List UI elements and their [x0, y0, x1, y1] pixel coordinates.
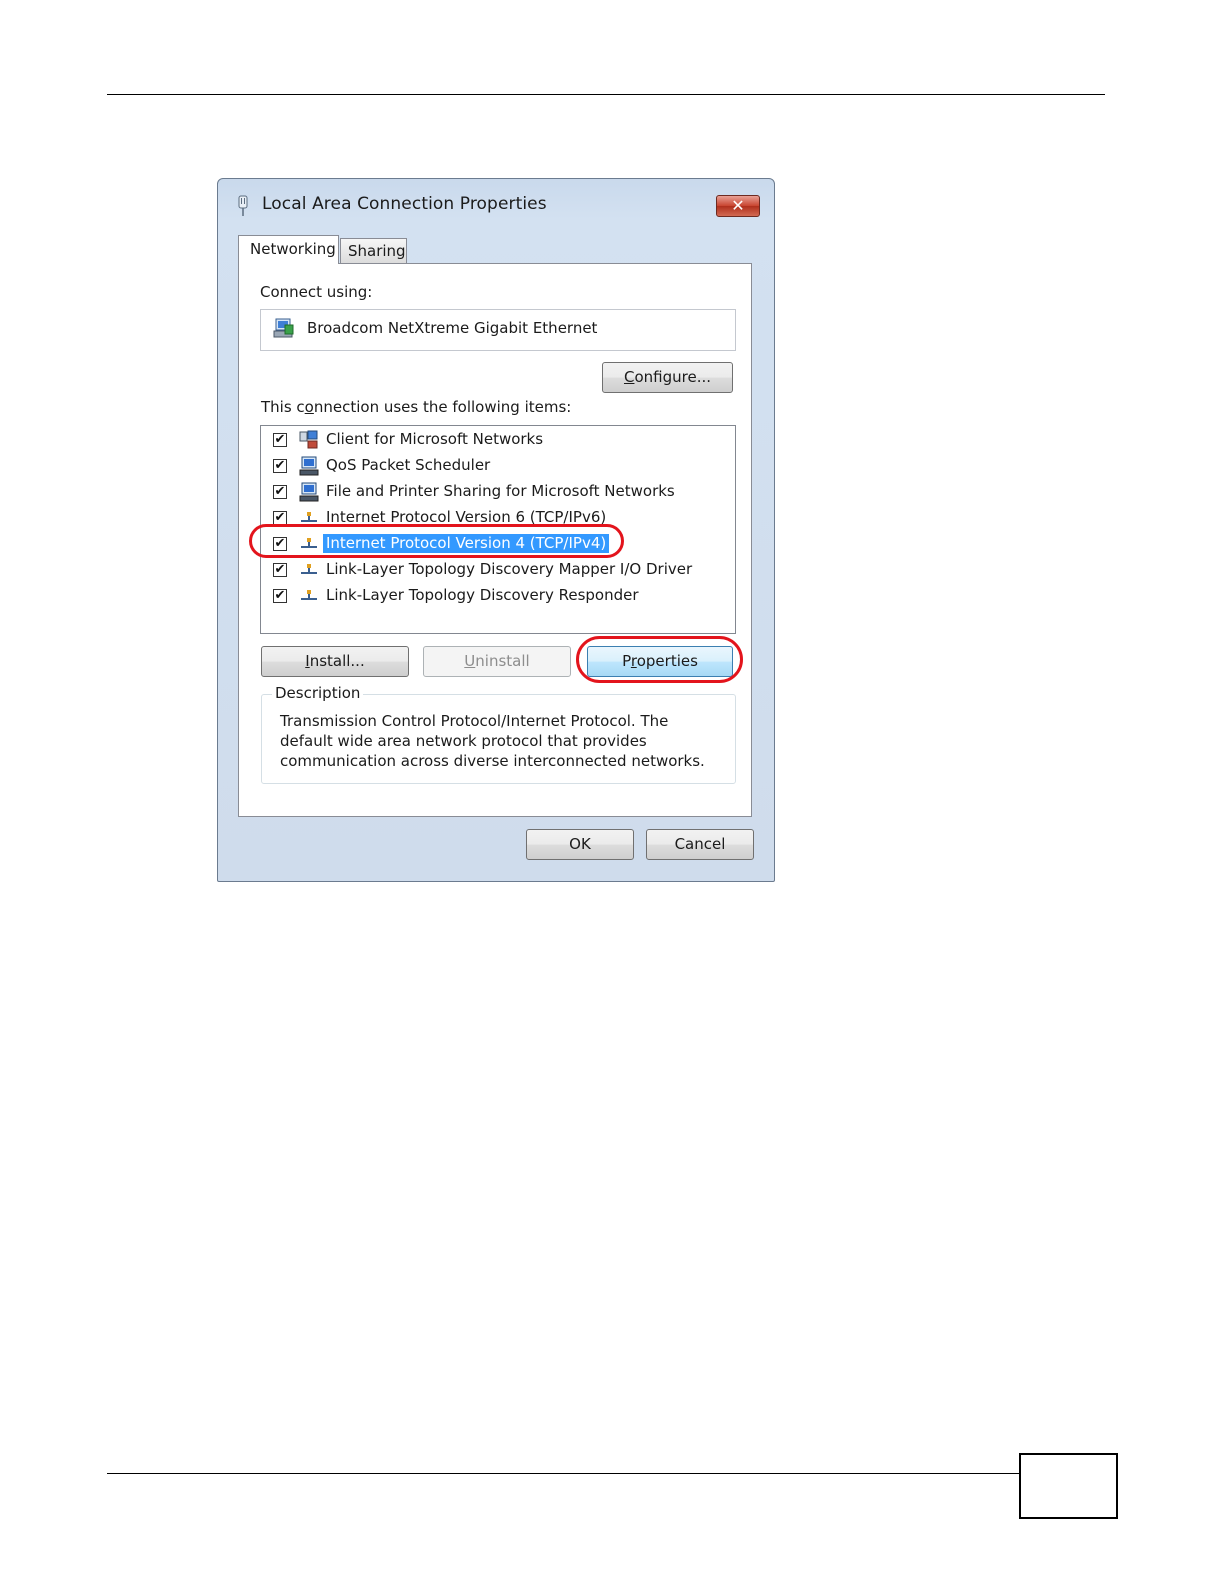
configure-button[interactable]: Configure...: [602, 362, 733, 393]
install-button[interactable]: Install...: [261, 646, 409, 677]
ipv4-callout-oval: [249, 524, 624, 558]
page-number-box: [1019, 1453, 1118, 1519]
title-bar[interactable]: Local Area Connection Properties ✕: [218, 179, 774, 225]
cancel-button[interactable]: Cancel: [646, 829, 754, 860]
service-computer-icon: [299, 456, 319, 476]
item-label: File and Printer Sharing for Microsoft N…: [326, 482, 675, 500]
description-text: Transmission Control Protocol/Internet P…: [280, 712, 705, 770]
checkbox[interactable]: ✔: [273, 433, 287, 447]
items-label: This connection uses the following items…: [261, 398, 572, 416]
uninstall-button[interactable]: Uninstall: [423, 646, 571, 677]
network-client-icon: [299, 430, 318, 449]
protocol-icon: [301, 564, 317, 574]
item-label: Link-Layer Topology Discovery Mapper I/O…: [326, 560, 693, 578]
adapter-name: Broadcom NetXtreme Gigabit Ethernet: [307, 319, 598, 337]
list-item[interactable]: ✔ Link-Layer Topology Discovery Responde…: [261, 584, 731, 608]
tab-networking[interactable]: Networking: [238, 235, 339, 264]
dialog-title: Local Area Connection Properties: [262, 194, 547, 214]
list-item[interactable]: ✔ Client for Microsoft Networks: [261, 428, 731, 452]
header-rule: [107, 94, 1105, 95]
list-item[interactable]: ✔ File and Printer Sharing for Microsoft…: [261, 480, 731, 504]
item-label: Link-Layer Topology Discovery Responder: [326, 586, 639, 604]
footer-rule: [107, 1473, 1020, 1474]
network-adapter-icon: [273, 318, 294, 338]
description-legend: Description: [272, 684, 364, 702]
adapter-field: Broadcom NetXtreme Gigabit Ethernet: [260, 309, 736, 351]
network-connection-icon: [238, 195, 248, 216]
tab-sharing[interactable]: Sharing: [340, 238, 407, 263]
ok-button[interactable]: OK: [526, 829, 634, 860]
list-item[interactable]: ✔ QoS Packet Scheduler: [261, 454, 731, 478]
close-button[interactable]: ✕: [716, 195, 760, 217]
checkbox[interactable]: ✔: [273, 459, 287, 473]
list-item[interactable]: ✔ Link-Layer Topology Discovery Mapper I…: [261, 558, 731, 582]
protocol-icon: [301, 590, 317, 600]
item-label: QoS Packet Scheduler: [326, 456, 491, 474]
connect-using-label: Connect using:: [260, 283, 373, 301]
checkbox[interactable]: ✔: [273, 563, 287, 577]
service-computer-icon: [299, 482, 319, 502]
checkbox[interactable]: ✔: [273, 589, 287, 603]
properties-callout-oval: [576, 636, 743, 683]
description-group: Description Transmission Control Protoco…: [261, 684, 736, 784]
checkbox[interactable]: ✔: [273, 511, 287, 525]
item-label: Client for Microsoft Networks: [326, 430, 544, 448]
checkbox[interactable]: ✔: [273, 485, 287, 499]
